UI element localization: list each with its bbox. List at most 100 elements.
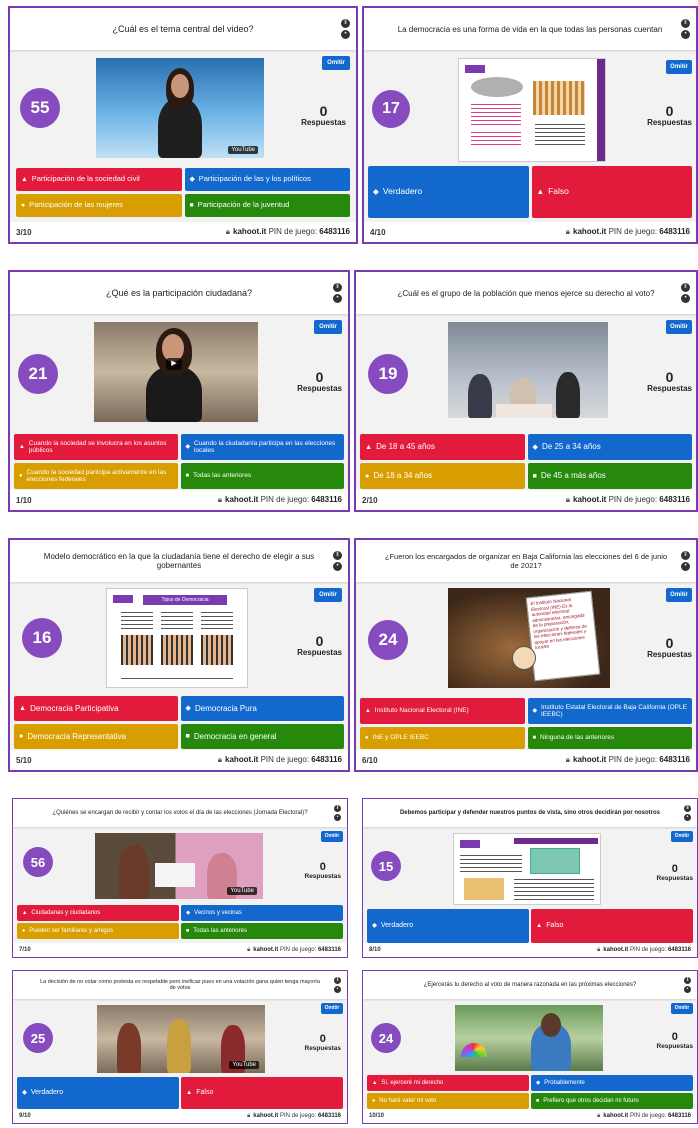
pause-icon[interactable]: ‖: [341, 19, 350, 28]
question-bar: ¿Ejercerás tu derecho al voto de manera …: [363, 971, 697, 999]
iee-logo: [465, 65, 485, 73]
answer-option-square[interactable]: ■ Democracia en general: [180, 724, 344, 749]
answer-option-triangle[interactable]: ▲ Falso: [531, 166, 692, 218]
pause-icon[interactable]: ‖: [333, 551, 342, 560]
pause-icon[interactable]: ‖: [681, 283, 690, 292]
video-thumbnail[interactable]: ▶: [94, 322, 258, 422]
pause-icon[interactable]: ‖: [681, 19, 690, 28]
quiz-card-5: Modelo democrático en la que la ciudadan…: [8, 538, 350, 772]
answer-grid: ▲ Democracia Participativa ◆ Democracia Pu…: [14, 696, 344, 749]
pause-icon[interactable]: ‖: [334, 805, 341, 812]
settings-icon[interactable]: •: [333, 294, 342, 303]
video-thumbnail[interactable]: El Instituto Nacional Electoral (INE) Es…: [448, 588, 610, 688]
video-thumbnail[interactable]: [455, 1005, 603, 1071]
video-thumbnail[interactable]: [448, 322, 608, 418]
pause-icon[interactable]: ‖: [333, 283, 342, 292]
settings-icon[interactable]: •: [681, 562, 690, 571]
omit-button[interactable]: Omitir: [322, 56, 350, 70]
lock-icon: 🔒︎: [565, 495, 570, 504]
answer-option-circle[interactable]: ● Participación de las mujeres: [16, 194, 182, 217]
question-progress: 2/10: [362, 495, 378, 505]
game-pin: 🔒︎ kahoot.it PIN de juego: 6483116: [565, 227, 690, 236]
video-thumbnail[interactable]: YouTube: [96, 58, 264, 158]
pause-icon[interactable]: ‖: [681, 551, 690, 560]
question-bar: La decisión de no votar como protesta es…: [13, 971, 347, 999]
answers-label: Respuestas: [297, 648, 342, 658]
answer-option-circle[interactable]: ● Democracia Representativa: [14, 724, 178, 749]
omit-button[interactable]: Omitir: [666, 60, 692, 74]
answers-counter: 0 Respuestas: [305, 861, 342, 880]
answer-option-square[interactable]: ■ Ninguna de las anteriores: [527, 727, 692, 749]
answers-count: 0: [319, 861, 326, 873]
lock-icon: 🔒︎: [217, 495, 222, 504]
pause-icon[interactable]: ‖: [334, 977, 341, 984]
footer: 1/10 🔒︎ kahoot.it PIN de juego: 6483116: [10, 490, 348, 510]
answer-option-diamond[interactable]: ◆ Instituto Estatal Electoral de Baja Cal…: [527, 698, 692, 724]
answer-option-diamond[interactable]: ◆ Democracia Pura: [180, 696, 344, 721]
answer-option-triangle[interactable]: ▲ Cuando la sociedad se involucra en los …: [14, 434, 178, 460]
omit-button[interactable]: Omitir: [671, 1003, 693, 1014]
quiz-card-7: ¿Quiénes se encargan de recibir y contar…: [12, 798, 348, 958]
triangle-icon: ▲: [186, 1089, 193, 1097]
answer-option-square[interactable]: ■ Todas las anteriores: [181, 923, 343, 939]
settings-icon[interactable]: •: [334, 986, 341, 993]
answer-option-square[interactable]: ■ Participación de la juventud: [184, 194, 350, 217]
quiz-card-3: ¿Cuál es el tema central del video? ‖ • …: [8, 6, 358, 244]
pause-icon[interactable]: ‖: [684, 805, 691, 812]
answers-count: 0: [319, 103, 328, 119]
answer-option-square[interactable]: ■ De 45 a más años: [527, 463, 692, 489]
answer-option-diamond[interactable]: ◆ Probablemente: [531, 1075, 693, 1091]
settings-icon[interactable]: •: [334, 814, 341, 821]
slide-illustration: [464, 878, 504, 900]
omit-button[interactable]: Omitir: [321, 831, 343, 842]
video-thumbnail[interactable]: YouTube: [95, 833, 263, 899]
answer-option-diamond[interactable]: ◆ Participación de las y los políticos: [184, 168, 350, 191]
answer-option-diamond[interactable]: ◆ Vecinos y vecinas: [181, 905, 343, 921]
answer-option-triangle[interactable]: ▲ Instituto Nacional Electoral (INE): [360, 698, 525, 724]
answer-option-diamond[interactable]: ◆ Verdadero: [17, 1077, 179, 1109]
answer-option-diamond[interactable]: ◆ Verdadero: [368, 166, 529, 218]
omit-button[interactable]: Omitir: [314, 320, 342, 334]
settings-icon[interactable]: •: [681, 294, 690, 303]
settings-icon[interactable]: •: [333, 562, 342, 571]
settings-icon[interactable]: •: [341, 30, 350, 39]
answer-option-triangle[interactable]: ▲ Democracia Participativa: [14, 696, 178, 721]
answer-option-triangle[interactable]: ▲ Participación de la sociedad civil: [16, 168, 182, 191]
omit-button[interactable]: Omitir: [314, 588, 342, 602]
answer-option-circle[interactable]: ● Pueden ser familiares y amigos: [17, 923, 179, 939]
answer-option-triangle[interactable]: ▲ Ciudadanas y ciudadanos: [17, 905, 179, 921]
answer-option-square[interactable]: ■ Prefiero que otros decidan mi futuro: [531, 1093, 693, 1109]
question-text: Modelo democrático en la que la ciudadan…: [43, 552, 315, 570]
answer-option-diamond[interactable]: ◆ Cuando la ciudadanía participa en las e…: [180, 434, 344, 460]
answer-option-circle[interactable]: ● De 18 a 34 años: [360, 463, 525, 489]
answer-option-diamond[interactable]: ◆ Verdadero: [367, 909, 529, 943]
settings-icon[interactable]: •: [681, 30, 690, 39]
slide-image: [453, 833, 601, 905]
omit-button[interactable]: Omitir: [666, 320, 692, 334]
video-thumbnail[interactable]: YouTube: [97, 1005, 265, 1073]
play-icon[interactable]: ▶: [166, 358, 182, 370]
cartoon-character: [512, 646, 536, 670]
answer-option-triangle[interactable]: ▲ Sí, ejerceré mi derecho: [367, 1075, 529, 1091]
answer-option-triangle[interactable]: ▲ Falso: [531, 909, 693, 943]
omit-button[interactable]: Omitir: [671, 831, 693, 842]
answers-count: 0: [315, 369, 324, 385]
omit-button[interactable]: Omitir: [321, 1003, 343, 1014]
question-progress: 10/10: [369, 1113, 385, 1119]
controls: ‖ •: [681, 283, 690, 303]
answer-option-diamond[interactable]: ◆ De 25 a 34 años: [527, 434, 692, 460]
answer-option-triangle[interactable]: ▲ De 18 a 45 años: [360, 434, 525, 460]
answer-option-square[interactable]: ■ Todas las anteriores: [180, 463, 344, 489]
settings-icon[interactable]: •: [684, 986, 691, 993]
question-bar: ¿Cuál es el tema central del video? ‖ •: [10, 8, 356, 50]
omit-button[interactable]: Omitir: [666, 588, 692, 602]
pause-icon[interactable]: ‖: [684, 977, 691, 984]
answer-option-circle[interactable]: ● INE y OPLE IEEBC: [360, 727, 525, 749]
answer-option-triangle[interactable]: ▲ Falso: [181, 1077, 343, 1109]
settings-icon[interactable]: •: [684, 814, 691, 821]
controls: ‖ •: [681, 551, 690, 571]
triangle-icon: ▲: [536, 922, 543, 930]
answers-label: Respuestas: [647, 650, 692, 660]
answer-option-circle[interactable]: ● No haré valer mi voto: [367, 1093, 529, 1109]
answer-option-circle[interactable]: ● Cuando la sociedad participa activament…: [14, 463, 178, 489]
